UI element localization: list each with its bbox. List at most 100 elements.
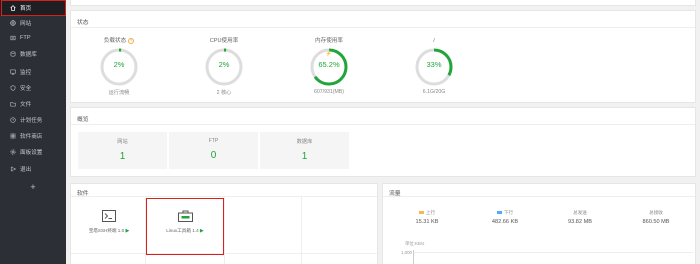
store-icon: [9, 132, 16, 139]
sidebar-item-home[interactable]: 首页: [0, 0, 66, 16]
logout-icon: [9, 165, 16, 172]
traffic-panel: 流量 上行 15.31 KB 下行 482.66 KB 总发送 93.82 MB…: [382, 183, 696, 264]
gauge-value: 2%: [113, 60, 125, 69]
sidebar: 首页 网站 FTP 数据库 监控 安全 文件 计划任务 软件商店 面板设置 退出…: [0, 0, 66, 264]
stat-label: 总发送: [573, 210, 587, 215]
gauge-label: 内存使用率: [315, 38, 343, 44]
software-title-bar: [71, 184, 377, 197]
software-item-ssh[interactable]: 宝塔SSH终端 1.0 ▶: [73, 210, 145, 234]
disk-gauge[interactable]: / 33% 6.1G/20G: [404, 37, 464, 95]
toolbox-icon: [177, 210, 193, 222]
terminal-icon: [102, 210, 116, 222]
card-label: FTP: [208, 138, 219, 144]
bolt-icon[interactable]: ⚡: [299, 51, 359, 57]
gauge-label: 负载状态: [103, 38, 127, 44]
database-icon: [9, 50, 16, 57]
card-value: 1: [119, 151, 126, 162]
sidebar-item-database[interactable]: 数据库: [0, 46, 66, 61]
overview-card-ftp[interactable]: FTP 0: [169, 132, 258, 169]
sidebar-item-label: 安全: [20, 85, 32, 92]
folder-icon: [9, 100, 16, 107]
sidebar-item-label: 面板设置: [20, 149, 43, 156]
overview-panel: 概览 网站 1 FTP 0 数据库 1: [70, 107, 696, 177]
sidebar-item-label: 计划任务: [20, 117, 43, 124]
grid-divider: [71, 253, 379, 254]
top-panel-strip: [70, 0, 696, 6]
software-panel: 软件 宝塔SSH终端 1.0 ▶ Linux工具箱 1.4 ▶: [70, 183, 379, 264]
stat-label: 上行: [425, 210, 436, 215]
sidebar-item-label: 首页: [20, 5, 32, 12]
sidebar-item-settings[interactable]: 面板设置: [0, 144, 66, 159]
sidebar-item-security[interactable]: 安全: [0, 80, 66, 95]
sidebar-item-cron[interactable]: 计划任务: [0, 112, 66, 127]
software-title: 软件: [77, 191, 89, 197]
gear-icon: [9, 148, 16, 155]
card-label: 数据库: [296, 139, 313, 145]
memory-gauge[interactable]: 内存使用率 ⚡ 65.2% 607/931(MB): [299, 37, 359, 95]
card-value: 1: [301, 151, 308, 162]
gauge-sub: 2 核心: [216, 90, 232, 96]
help-icon[interactable]: ?: [128, 37, 135, 44]
play-icon[interactable]: ▶: [125, 228, 129, 234]
gauge-sub: 运行流畅: [108, 90, 130, 96]
software-label: Linux工具箱 1.4: [166, 228, 199, 233]
traffic-upload: 上行 15.31 KB: [397, 210, 457, 225]
gauge-label: CPU使用率: [209, 38, 239, 44]
gauge-sub: 607/931(MB): [314, 89, 344, 95]
sidebar-item-label: 数据库: [20, 51, 37, 58]
sidebar-item-label: 网站: [20, 20, 32, 27]
download-swatch: [496, 211, 502, 215]
sidebar-item-logout[interactable]: 退出: [0, 161, 66, 176]
sidebar-item-files[interactable]: 文件: [0, 96, 66, 111]
play-icon[interactable]: ▶: [200, 228, 204, 234]
stat-value: 93.82 MB: [568, 219, 592, 225]
software-label: 宝塔SSH终端 1.0: [88, 228, 125, 233]
gauge-value: 2%: [218, 60, 230, 69]
sidebar-item-label: FTP: [20, 34, 31, 41]
add-menu-button[interactable]: +: [0, 181, 66, 193]
overview-card-databases[interactable]: 数据库 1: [260, 132, 349, 169]
sidebar-item-label: 软件商店: [20, 133, 43, 140]
sidebar-item-label: 退出: [20, 166, 32, 173]
stat-value: 482.66 KB: [491, 219, 519, 225]
software-item-toolbox[interactable]: Linux工具箱 1.4 ▶: [148, 210, 222, 234]
stat-value: 860.50 MB: [642, 219, 670, 225]
card-value: 0: [210, 150, 217, 161]
traffic-title: 流量: [389, 191, 401, 197]
sidebar-item-label: 监控: [20, 69, 32, 76]
cpu-gauge[interactable]: CPU使用率 2% 2 核心: [194, 37, 254, 96]
sidebar-item-website[interactable]: 网站: [0, 15, 66, 30]
stat-label: 下行: [503, 210, 514, 215]
stat-label: 总接收: [649, 210, 663, 215]
shield-icon: [9, 84, 16, 91]
chart-gridline: [413, 252, 693, 253]
sidebar-item-store[interactable]: 软件商店: [0, 128, 66, 143]
load-gauge[interactable]: 负载状态? 2% 运行流畅: [89, 37, 149, 96]
status-title-bar: [71, 11, 695, 28]
ftp-icon: [9, 34, 16, 41]
traffic-total-sent: 总发送 93.82 MB: [550, 210, 610, 225]
sidebar-item-ftp[interactable]: FTP: [0, 30, 66, 45]
traffic-title-bar: [383, 184, 695, 197]
overview-card-websites[interactable]: 网站 1: [78, 132, 167, 169]
gauge-value: 33%: [426, 60, 442, 69]
traffic-download: 下行 482.66 KB: [475, 210, 535, 225]
sidebar-item-monitor[interactable]: 监控: [0, 64, 66, 79]
card-label: 网站: [117, 139, 128, 145]
traffic-total-received: 总接收 860.50 MB: [626, 210, 686, 225]
overview-title: 概览: [77, 117, 89, 123]
gauge-value: 65.2%: [318, 60, 340, 69]
gauge-sub: 6.1G/20G: [422, 89, 446, 95]
chart-unit-label: 单位:KB/s: [405, 241, 425, 246]
globe-icon: [9, 19, 16, 26]
chart-y-axis: [413, 250, 414, 264]
status-title: 状态: [77, 20, 89, 26]
status-panel: 状态 负载状态? 2% 运行流畅 CPU使用率 2% 2 核心 内存使用率 ⚡ …: [70, 10, 696, 103]
sidebar-item-label: 文件: [20, 101, 32, 108]
clock-icon: [9, 116, 16, 123]
overview-title-bar: [71, 108, 695, 125]
upload-swatch: [418, 211, 424, 215]
monitor-icon: [9, 68, 16, 75]
y-tick-label: 1,000: [401, 250, 412, 255]
home-icon: [9, 4, 16, 11]
